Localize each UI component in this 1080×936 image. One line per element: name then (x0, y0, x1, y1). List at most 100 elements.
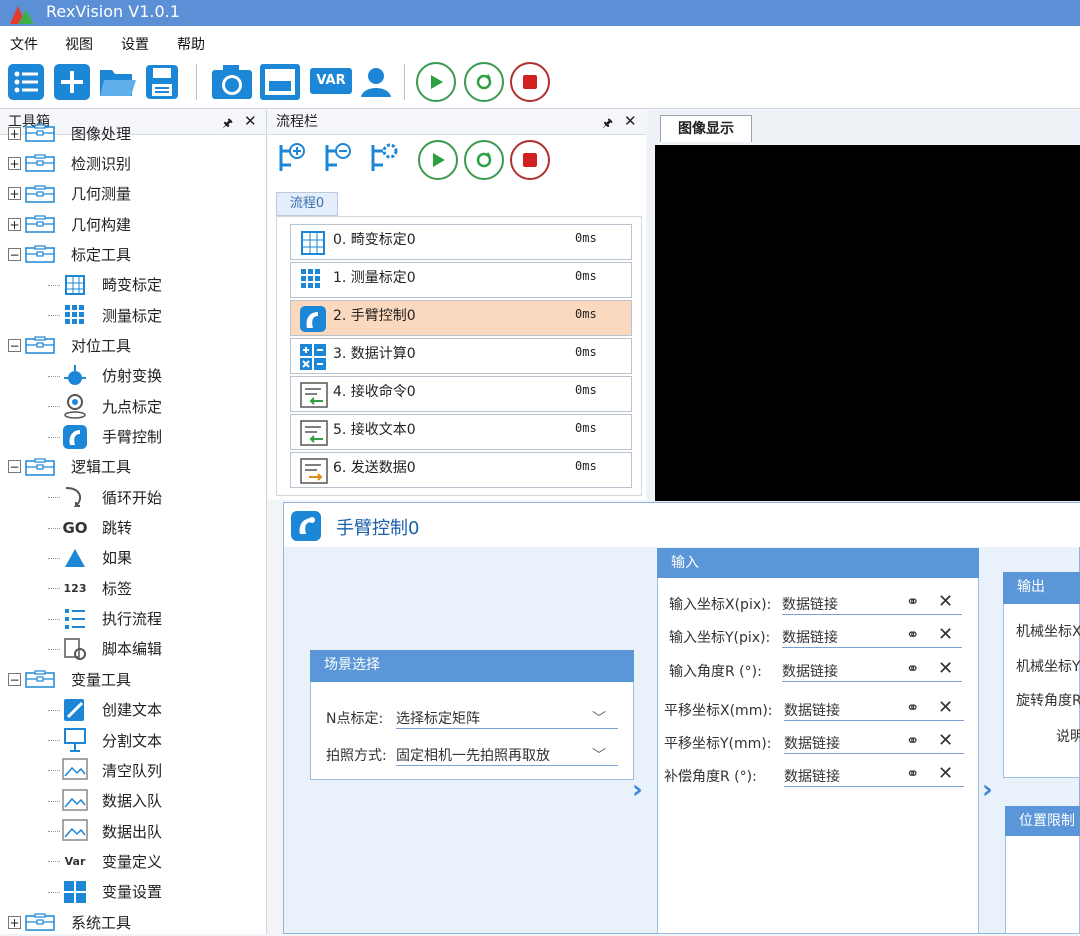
pin-icon[interactable]: 🖈 (222, 114, 233, 135)
tree-item-logic-tools[interactable]: − 逻辑工具 (8, 453, 131, 481)
tree-item-loop-start[interactable]: 循环开始 (48, 483, 162, 511)
menu-help[interactable]: 帮助 (177, 34, 205, 54)
tree-item-jump[interactable]: GO 跳转 (48, 514, 132, 542)
save-icon[interactable] (142, 62, 182, 102)
link-icon[interactable]: ⚭ (906, 625, 919, 644)
clear-link-icon[interactable]: ✕ (938, 697, 953, 718)
flow-row[interactable]: 0. 畸变标定0 0ms (290, 224, 632, 260)
add-flow-icon[interactable] (274, 140, 310, 176)
tree-item-clear-queue[interactable]: 清空队列 (48, 756, 162, 784)
remove-flow-icon[interactable] (320, 140, 356, 176)
input-field-value[interactable]: 数据链接 (784, 733, 964, 754)
tree-connector (48, 861, 60, 863)
flow-row[interactable]: 1. 测量标定0 0ms (290, 262, 632, 298)
input-field-value[interactable]: 数据链接 (782, 661, 962, 682)
tree-item-dequeue[interactable]: 数据出队 (48, 817, 162, 845)
toolbox-folder-icon (25, 245, 55, 264)
flow-row[interactable]: 3. 数据计算0 0ms (290, 338, 632, 374)
new-icon[interactable] (52, 62, 92, 102)
menu-file[interactable]: 文件 (10, 34, 38, 54)
close-icon[interactable]: ✕ (244, 112, 257, 130)
tree-item-label[interactable]: 123 标签 (48, 574, 132, 602)
capture-mode-select[interactable]: 固定相机一先拍照再取放 (396, 745, 618, 766)
clear-link-icon[interactable]: ✕ (938, 591, 953, 612)
input-field-value[interactable]: 数据链接 (782, 594, 962, 615)
input-field-value[interactable]: 数据链接 (782, 627, 962, 648)
expand-icon[interactable]: + (8, 126, 21, 140)
expand-icon[interactable]: + (8, 187, 21, 201)
expand-icon[interactable]: + (8, 156, 21, 170)
collapse-icon[interactable]: − (8, 672, 21, 686)
tree-item-script-edit[interactable]: 脚本编辑 (48, 635, 162, 663)
pin-icon[interactable]: 🖈 (602, 114, 613, 135)
tree-item-system-tools[interactable]: + 系统工具 (8, 908, 131, 936)
menu-view[interactable]: 视图 (65, 34, 93, 54)
stop-icon[interactable] (510, 62, 550, 102)
flow-loop-icon[interactable] (464, 140, 504, 180)
tree-item-detection[interactable]: + 检测识别 (8, 149, 131, 177)
clear-link-icon[interactable]: ✕ (938, 658, 953, 679)
tree-item-var-define[interactable]: Var 变量定义 (48, 847, 162, 875)
tool-measure-calib-icon (62, 302, 88, 328)
close-icon[interactable]: ✕ (624, 112, 637, 130)
tree-item-create-text[interactable]: 创建文本 (48, 696, 162, 724)
tree-item-enqueue[interactable]: 数据入队 (48, 787, 162, 815)
tree-item-nine-point-calib[interactable]: 九点标定 (48, 392, 162, 420)
tree-item-split-text[interactable]: 分割文本 (48, 726, 162, 754)
tree-item-if[interactable]: 如果 (48, 544, 132, 572)
chevron-down-icon[interactable]: ﹀ (592, 708, 606, 728)
flow-row[interactable]: 2. 手臂控制0 0ms (290, 300, 632, 336)
tree-item-variable-tools[interactable]: − 变量工具 (8, 665, 131, 693)
tab-image-display[interactable]: 图像显示 (660, 115, 752, 142)
menu-settings[interactable]: 设置 (121, 34, 149, 54)
tree-item-var-set[interactable]: 变量设置 (48, 878, 162, 906)
flow-row[interactable]: 4. 接收命令0 0ms (290, 376, 632, 412)
tab-flow0[interactable]: 流程0 (276, 192, 338, 216)
open-folder-icon[interactable] (98, 62, 138, 102)
clear-link-icon[interactable]: ✕ (938, 730, 953, 751)
variable-button[interactable]: VAR (310, 66, 352, 96)
collapse-icon[interactable]: − (8, 338, 21, 352)
output-field-label: 机械坐标Y (1016, 659, 1080, 675)
link-icon[interactable]: ⚭ (906, 659, 919, 678)
link-icon[interactable]: ⚭ (906, 698, 919, 717)
tree-item-affine-transform[interactable]: 仿射变换 (48, 362, 162, 390)
clear-link-icon[interactable]: ✕ (938, 624, 953, 645)
chevron-down-icon[interactable]: ﹀ (592, 745, 606, 765)
link-icon[interactable]: ⚭ (906, 731, 919, 750)
input-field-value[interactable]: 数据链接 (784, 766, 964, 787)
clear-link-icon[interactable]: ✕ (938, 763, 953, 784)
tree-item-arm-control[interactable]: 手臂控制 (48, 423, 162, 451)
tree-item-geometry-build[interactable]: + 几何构建 (8, 210, 131, 238)
camera-icon[interactable] (210, 62, 254, 102)
n-point-select[interactable]: 选择标定矩阵 (396, 708, 618, 729)
tree-item-calibration-tools[interactable]: − 标定工具 (8, 240, 131, 268)
tree-item-label: 几何构建 (71, 215, 132, 234)
user-icon[interactable] (358, 62, 394, 102)
image-canvas[interactable] (655, 145, 1080, 501)
tool-split-text-icon (62, 727, 88, 753)
expand-icon[interactable]: + (8, 915, 21, 929)
tree-item-image-processing[interactable]: + 图像处理 (8, 119, 131, 147)
tree-item-distortion-calib[interactable]: 畸变标定 (48, 271, 162, 299)
link-icon[interactable]: ⚭ (906, 592, 919, 611)
loop-run-icon[interactable] (464, 62, 504, 102)
flow-row[interactable]: 6. 发送数据0 0ms (290, 452, 632, 488)
collapse-icon[interactable]: − (8, 460, 21, 474)
link-icon[interactable]: ⚭ (906, 764, 919, 783)
list-icon[interactable] (6, 62, 46, 102)
tree-item-measure-calib[interactable]: 测量标定 (48, 301, 162, 329)
flow-row[interactable]: 5. 接收文本0 0ms (290, 414, 632, 450)
collapse-icon[interactable]: − (8, 247, 21, 261)
image-window-icon[interactable] (258, 62, 302, 102)
flow-settings-icon[interactable] (366, 140, 402, 176)
tree-item-geometry-measure[interactable]: + 几何测量 (8, 180, 131, 208)
run-icon[interactable] (416, 62, 456, 102)
tree-item-execute-flow[interactable]: 执行流程 (48, 605, 162, 633)
input-field-value[interactable]: 数据链接 (784, 700, 964, 721)
expand-icon[interactable]: + (8, 217, 21, 231)
flow-stop-icon[interactable] (510, 140, 550, 180)
flow-run-icon[interactable] (418, 140, 458, 180)
tree-connector (48, 800, 60, 802)
tree-item-alignment-tools[interactable]: − 对位工具 (8, 331, 131, 359)
